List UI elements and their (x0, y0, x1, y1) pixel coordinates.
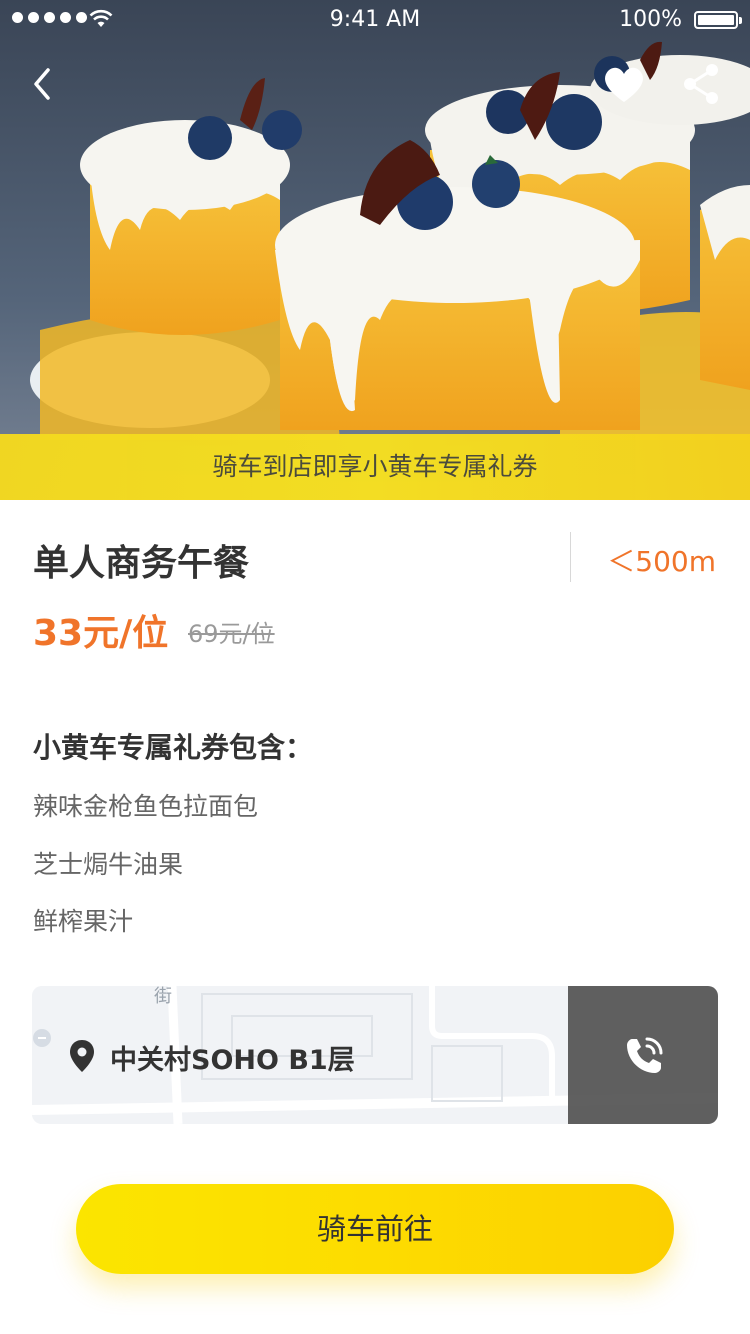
hero-image: 9:41 AM 100% 骑车到店即享小黄车专属礼券 (0, 0, 750, 500)
ride-there-button[interactable]: 骑车前往 (76, 1184, 674, 1274)
coupon-item: 鲜榨果汁 (33, 907, 134, 936)
deal-title: 单人商务午餐 (33, 543, 250, 584)
back-button[interactable] (26, 64, 66, 104)
promo-banner: 骑车到店即享小黄车专属礼券 (0, 434, 750, 500)
heart-icon (605, 67, 643, 102)
coupon-item: 芝士焗牛油果 (33, 850, 184, 879)
original-price: 69元/位 (188, 620, 275, 648)
status-bar: 9:41 AM 100% (0, 0, 750, 40)
phone-call-icon (627, 1037, 663, 1073)
share-button[interactable] (680, 62, 724, 106)
battery-percent: 100% (619, 7, 682, 32)
distance-label: ＜500m (607, 545, 716, 578)
address-label: 中关村SOHO B1层 (110, 1045, 355, 1076)
battery-icon (694, 11, 742, 29)
deal-price: 33元/位 (33, 613, 169, 654)
map-street-label: 街 (154, 986, 172, 1007)
chevron-left-icon (34, 68, 50, 100)
coupon-item: 辣味金枪鱼色拉面包 (33, 792, 259, 821)
divider (570, 532, 571, 582)
share-icon (684, 64, 718, 104)
location-card[interactable]: 街 中关村SOHO B1层 (32, 986, 718, 1124)
call-button[interactable] (568, 986, 718, 1124)
coupon-heading: 小黄车专属礼券包含： (33, 731, 314, 764)
location-pin-icon (70, 1040, 94, 1072)
favorite-button[interactable] (600, 62, 648, 106)
